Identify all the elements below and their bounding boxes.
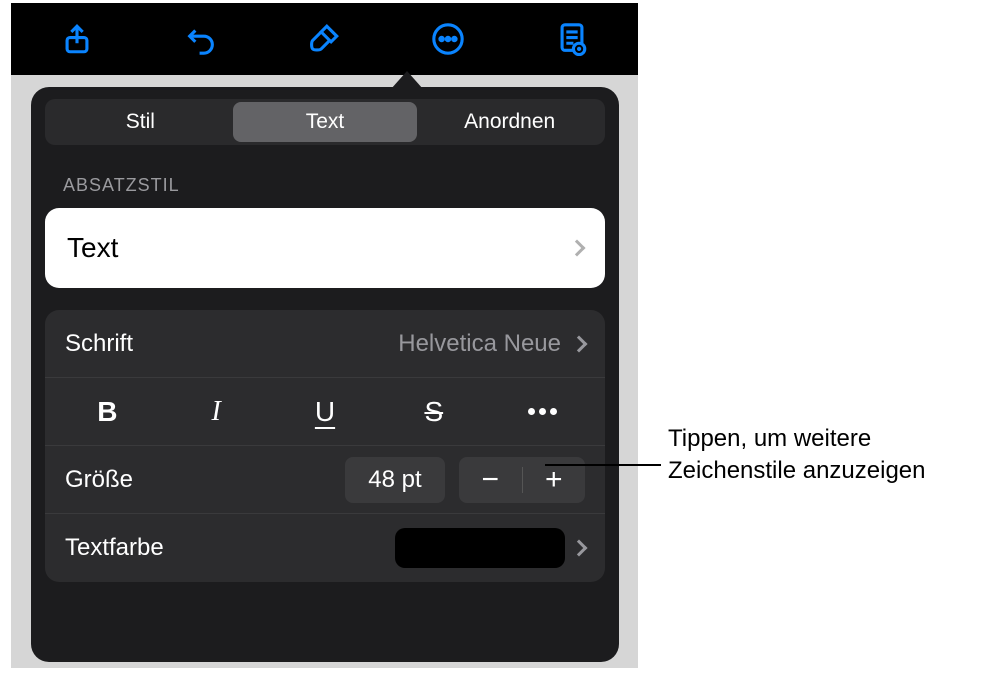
font-row[interactable]: Schrift Helvetica Neue xyxy=(45,310,605,378)
share-icon[interactable] xyxy=(49,11,105,67)
underline-button[interactable]: U xyxy=(271,378,380,445)
format-tabs: Stil Text Anordnen xyxy=(45,99,605,145)
size-decrease-button[interactable]: − xyxy=(459,463,522,497)
format-popover: Stil Text Anordnen ABSATZSTIL Text Schri… xyxy=(31,87,619,662)
strikethrough-button[interactable]: S xyxy=(379,378,488,445)
popover-caret xyxy=(391,71,423,89)
size-increase-button[interactable]: + xyxy=(523,463,586,497)
more-icon xyxy=(528,408,557,415)
text-color-label: Textfarbe xyxy=(65,534,164,562)
chevron-right-icon xyxy=(571,335,588,352)
tab-arrange[interactable]: Anordnen xyxy=(417,102,602,142)
font-label: Schrift xyxy=(65,330,133,358)
callout-text: Tippen, um weitere Zeichenstile anzuzeig… xyxy=(668,423,988,488)
paragraph-style-row[interactable]: Text xyxy=(45,208,605,288)
app-window: Stil Text Anordnen ABSATZSTIL Text Schri… xyxy=(11,3,638,668)
undo-icon[interactable] xyxy=(173,11,229,67)
font-value: Helvetica Neue xyxy=(398,330,561,358)
section-label-paragraph-style: ABSATZSTIL xyxy=(45,175,605,196)
toolbar xyxy=(11,3,638,75)
size-row: Größe 48 pt − + xyxy=(45,446,605,514)
more-circle-icon[interactable] xyxy=(420,11,476,67)
tab-text[interactable]: Text xyxy=(233,102,418,142)
text-color-row[interactable]: Textfarbe xyxy=(45,514,605,582)
size-label: Größe xyxy=(65,466,133,494)
tab-style[interactable]: Stil xyxy=(48,102,233,142)
size-field[interactable]: 48 pt xyxy=(345,457,445,503)
color-swatch[interactable] xyxy=(395,528,565,568)
chevron-right-icon xyxy=(571,540,588,557)
callout-line xyxy=(545,464,661,466)
document-mode-icon[interactable] xyxy=(544,11,600,67)
callout-line-2: Zeichenstile anzuzeigen xyxy=(668,455,988,487)
more-styles-button[interactable] xyxy=(488,378,597,445)
format-icon[interactable] xyxy=(296,11,352,67)
chevron-right-icon xyxy=(569,240,586,257)
format-buttons-row: B I U S xyxy=(45,378,605,446)
italic-button[interactable]: I xyxy=(162,378,271,445)
callout-line-1: Tippen, um weitere xyxy=(668,423,988,455)
text-properties-card: Schrift Helvetica Neue B I U S Größe 48 … xyxy=(45,310,605,582)
bold-button[interactable]: B xyxy=(53,378,162,445)
paragraph-style-name: Text xyxy=(67,232,118,264)
